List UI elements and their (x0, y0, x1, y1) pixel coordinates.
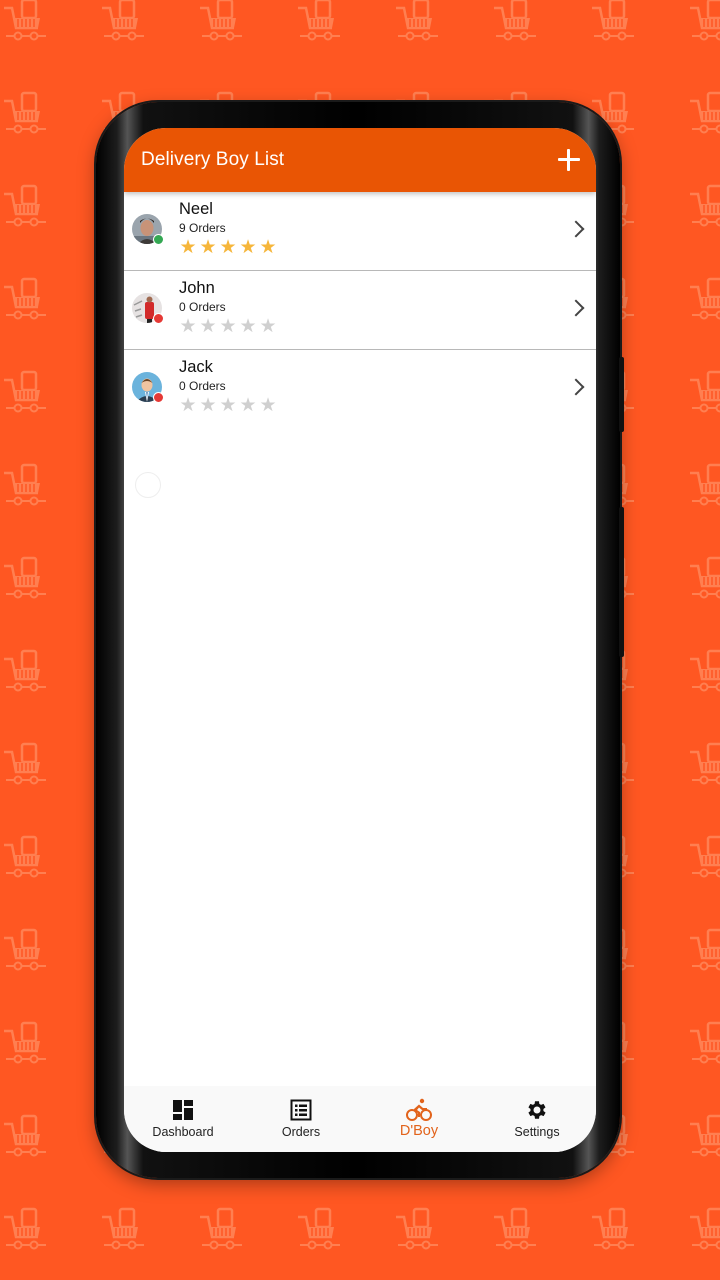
star-empty-icon: ★ (239, 395, 257, 416)
cart-icon (4, 91, 46, 134)
cart-icon (494, 1207, 536, 1250)
app-screen: Delivery Boy List Neel 9 Orders ★ ★ ★ ★ … (124, 128, 596, 1152)
cart-icon (690, 0, 720, 41)
status-offline-dot (153, 392, 164, 403)
nav-dashboard[interactable]: Dashboard (124, 1086, 242, 1152)
avatar (132, 372, 164, 403)
star-filled-icon: ★ (219, 237, 237, 258)
nav-label: Orders (281, 1125, 321, 1139)
cart-icon (4, 649, 46, 692)
avatar (132, 214, 164, 245)
star-filled-icon: ★ (199, 237, 217, 258)
gear-icon (528, 1101, 546, 1119)
status-online-dot (153, 234, 164, 245)
cart-icon (200, 0, 242, 41)
cart-icon (4, 184, 46, 227)
cart-icon (298, 1207, 340, 1250)
star-empty-icon: ★ (239, 316, 257, 337)
order-count: 9 Orders (179, 221, 226, 235)
cart-icon (690, 556, 720, 599)
cart-icon (690, 1114, 720, 1157)
cart-icon (4, 1021, 46, 1064)
cart-icon (690, 928, 720, 971)
cart-icon (298, 0, 340, 41)
chevron-right-icon[interactable] (567, 220, 585, 238)
rating-stars: ★ ★ ★ ★ ★ (179, 396, 277, 416)
cart-icon (690, 277, 720, 320)
chevron-right-icon[interactable] (567, 378, 585, 396)
delivery-boy-name: Jack (179, 358, 213, 376)
cart-icon (4, 1207, 46, 1250)
cart-icon (592, 0, 634, 41)
cart-icon (396, 0, 438, 41)
cart-icon (690, 742, 720, 785)
chevron-right-icon[interactable] (567, 299, 585, 317)
delivery-boy-list: Neel 9 Orders ★ ★ ★ ★ ★ John 0 Orders ★ … (124, 192, 596, 429)
cart-icon (690, 1207, 720, 1250)
star-empty-icon: ★ (199, 316, 217, 337)
star-empty-icon: ★ (179, 316, 197, 337)
list-item[interactable]: Jack 0 Orders ★ ★ ★ ★ ★ (124, 350, 596, 429)
cart-icon (200, 1207, 242, 1250)
loading-spinner (135, 472, 161, 498)
cart-icon (690, 835, 720, 878)
cart-icon (4, 370, 46, 413)
cart-icon (690, 649, 720, 692)
cart-icon (690, 91, 720, 134)
volume-button (619, 357, 624, 432)
cart-icon (494, 0, 536, 41)
star-empty-icon: ★ (259, 395, 277, 416)
list-item[interactable]: John 0 Orders ★ ★ ★ ★ ★ (124, 271, 596, 350)
star-filled-icon: ★ (259, 237, 277, 258)
app-bar: Delivery Boy List (124, 128, 596, 192)
cart-icon (4, 928, 46, 971)
cart-icon (4, 0, 46, 41)
bottom-navigation: Dashboard Orders D'Boy Settings (124, 1086, 596, 1152)
star-empty-icon: ★ (219, 395, 237, 416)
star-filled-icon: ★ (239, 237, 257, 258)
rating-stars: ★ ★ ★ ★ ★ (179, 317, 277, 337)
orders-list-icon (290, 1099, 312, 1121)
nav-label: D'Boy (399, 1123, 439, 1139)
plus-icon[interactable] (556, 147, 582, 173)
cart-icon (4, 1114, 46, 1157)
order-count: 0 Orders (179, 300, 226, 314)
delivery-boy-name: Neel (179, 200, 213, 218)
cart-icon (4, 556, 46, 599)
cart-icon (4, 277, 46, 320)
avatar (132, 293, 164, 324)
delivery-boy-name: John (179, 279, 215, 297)
nav-label: Settings (514, 1125, 560, 1139)
cart-icon (592, 1207, 634, 1250)
cart-icon (690, 184, 720, 227)
cart-icon (4, 742, 46, 785)
nav-dboy[interactable]: D'Boy (360, 1086, 478, 1152)
star-empty-icon: ★ (219, 316, 237, 337)
nav-label: Dashboard (152, 1125, 214, 1139)
cart-icon (396, 1207, 438, 1250)
cart-icon (690, 370, 720, 413)
star-filled-icon: ★ (179, 237, 197, 258)
status-offline-dot (153, 313, 164, 324)
star-empty-icon: ★ (179, 395, 197, 416)
star-empty-icon: ★ (199, 395, 217, 416)
dashboard-icon (173, 1100, 193, 1120)
cart-icon (102, 0, 144, 41)
cart-icon (4, 835, 46, 878)
phone-frame: Delivery Boy List Neel 9 Orders ★ ★ ★ ★ … (96, 102, 624, 1178)
cart-icon (690, 1021, 720, 1064)
page-title: Delivery Boy List (141, 149, 285, 170)
cart-icon (690, 463, 720, 506)
rating-stars: ★ ★ ★ ★ ★ (179, 238, 277, 258)
nav-orders[interactable]: Orders (242, 1086, 360, 1152)
bicycle-icon (406, 1098, 432, 1121)
order-count: 0 Orders (179, 379, 226, 393)
cart-icon (4, 463, 46, 506)
nav-settings[interactable]: Settings (478, 1086, 596, 1152)
star-empty-icon: ★ (259, 316, 277, 337)
cart-icon (102, 1207, 144, 1250)
list-item[interactable]: Neel 9 Orders ★ ★ ★ ★ ★ (124, 192, 596, 271)
power-button (619, 507, 624, 657)
